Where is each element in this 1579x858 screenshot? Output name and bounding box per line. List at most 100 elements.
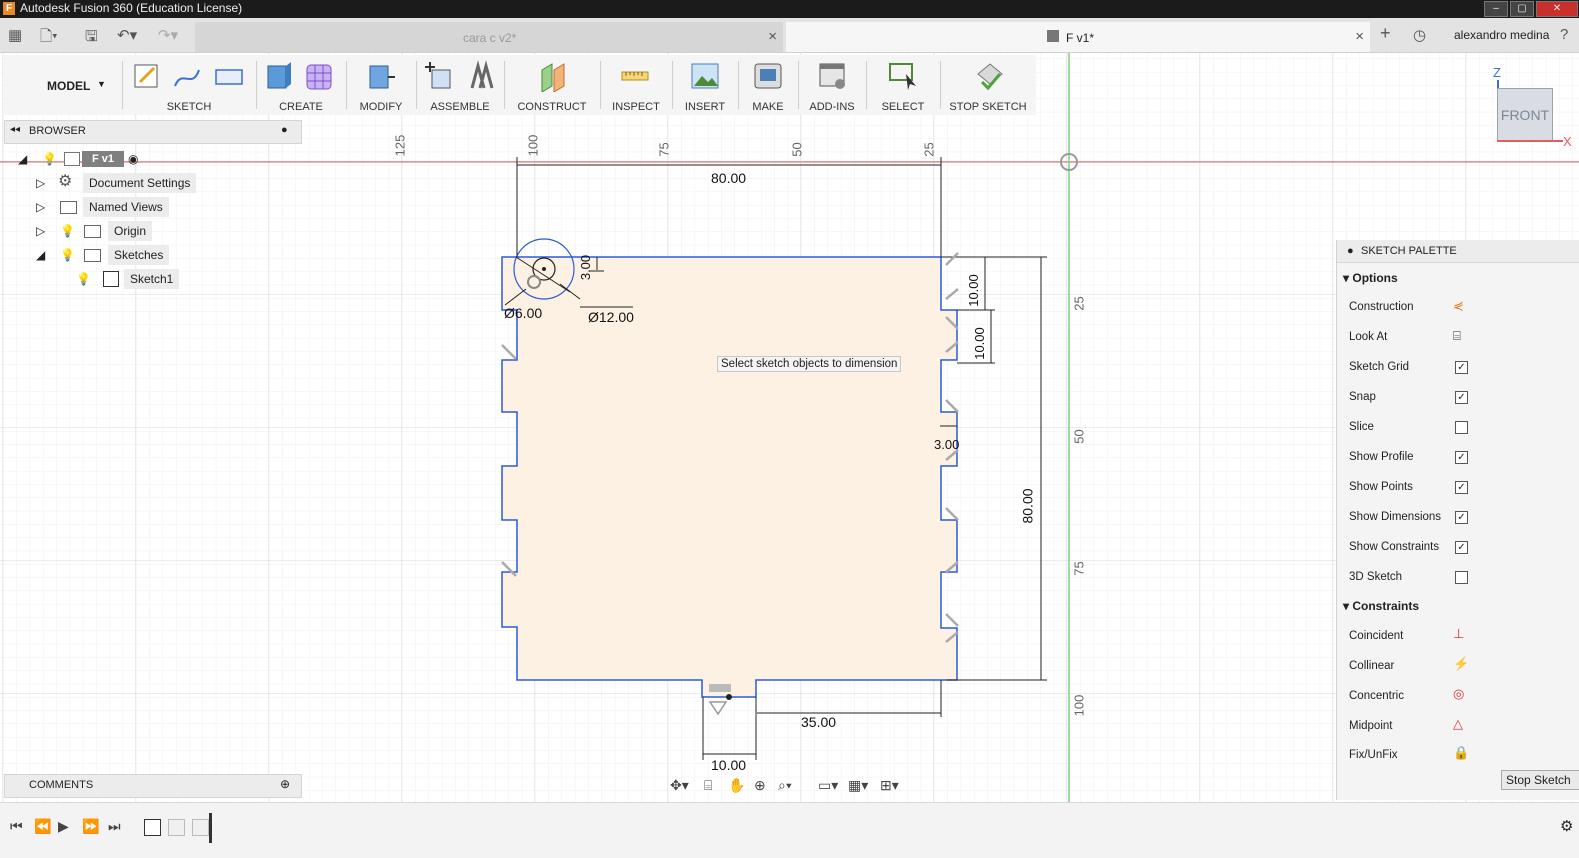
option-show-constraints[interactable]: Show Constraints <box>1349 541 1439 553</box>
insert-group[interactable]: INSERT <box>674 55 736 115</box>
grid-settings-icon[interactable]: ▦▾ <box>848 777 868 794</box>
select-menu-label[interactable]: SELECT <box>868 101 938 113</box>
new-component-icon[interactable] <box>424 60 454 92</box>
display-settings-icon[interactable]: ▭▾ <box>818 777 838 794</box>
snap-checkbox[interactable]: ✓ <box>1455 391 1468 404</box>
dim-tab-length[interactable]: 10.00 <box>972 327 987 360</box>
stop-sketch-button[interactable]: Stop Sketch <box>1501 770 1579 790</box>
constraints-section-header[interactable]: ▾ Constraints <box>1343 599 1419 613</box>
close-window-button[interactable]: ✕ <box>1536 1 1578 17</box>
expand-triangle-icon[interactable]: ▷ <box>36 221 45 241</box>
create-group[interactable]: CREATE <box>258 55 344 115</box>
tree-item-label[interactable]: Document Settings <box>83 173 197 193</box>
modify-menu-label[interactable]: MODIFY <box>348 101 414 113</box>
lock-icon[interactable]: 🔒 <box>1453 745 1469 761</box>
close-tab-icon[interactable]: × <box>1355 28 1364 45</box>
save-icon[interactable]: 🖫 <box>85 26 98 51</box>
play-icon[interactable]: ▶ <box>58 818 69 835</box>
dim-tab-spacing[interactable]: 10.00 <box>966 274 981 307</box>
select-icon[interactable] <box>888 60 918 92</box>
workspace-switcher[interactable]: MODEL ▼ <box>12 55 122 115</box>
midpoint-icon[interactable]: △ <box>1453 716 1463 732</box>
extrude-icon[interactable] <box>264 60 294 92</box>
lightbulb-icon[interactable]: 💡 <box>42 149 57 169</box>
timeline-sketch-feature-icon[interactable] <box>144 819 161 836</box>
3d-sketch-checkbox[interactable] <box>1455 571 1468 584</box>
show-constraints-checkbox[interactable]: ✓ <box>1455 541 1468 554</box>
browser-panel[interactable]: ◂◂ BROWSER ● <box>4 120 302 144</box>
tree-item-sketch1[interactable]: 💡 Sketch1 <box>76 269 276 289</box>
timeline-marker[interactable] <box>209 813 212 843</box>
addins-menu-label[interactable]: ADD-INS <box>800 101 864 113</box>
rectangle-icon[interactable] <box>214 60 244 92</box>
stop-sketch-group[interactable]: STOP SKETCH <box>942 55 1034 115</box>
inspect-group[interactable]: INSPECT <box>602 55 670 115</box>
look-at-icon[interactable]: ⌸ <box>1453 328 1461 344</box>
root-label[interactable]: F v1 <box>82 151 125 167</box>
sketch-menu-label[interactable]: SKETCH <box>124 101 254 113</box>
constraint-coincident[interactable]: Coincident <box>1349 630 1403 642</box>
tab-f-v1[interactable]: F v1* × <box>786 22 1370 52</box>
dim-tab-depth[interactable]: 3.00 <box>934 437 959 452</box>
stop-sketch-menu-label[interactable]: STOP SKETCH <box>942 101 1034 113</box>
option-show-profile[interactable]: Show Profile <box>1349 451 1414 463</box>
timeline-settings-icon[interactable]: ⚙ <box>1560 817 1573 835</box>
inspect-menu-label[interactable]: INSPECT <box>602 101 670 113</box>
viewcube[interactable]: FRONT <box>1497 88 1553 142</box>
tree-item-origin[interactable]: ▷ 💡 Origin <box>36 221 296 241</box>
dim-bottom-offset[interactable]: 35.00 <box>801 714 836 730</box>
constraint-midpoint[interactable]: Midpoint <box>1349 720 1392 732</box>
form-icon[interactable] <box>304 60 334 92</box>
assemble-menu-label[interactable]: ASSEMBLE <box>418 101 502 113</box>
scripts-addins-icon[interactable] <box>818 60 848 92</box>
help-icon[interactable]: ? <box>1560 26 1568 43</box>
collapse-triangle-icon[interactable]: ◢ <box>18 149 27 169</box>
constraint-fix-unfix[interactable]: Fix/UnFix <box>1349 749 1398 761</box>
lightbulb-icon[interactable]: 💡 <box>76 269 91 289</box>
new-tab-icon[interactable]: + <box>1380 23 1391 44</box>
option-show-dimensions[interactable]: Show Dimensions <box>1349 511 1441 523</box>
construction-icon[interactable]: ⋞ <box>1453 298 1464 314</box>
insert-image-icon[interactable] <box>690 60 720 92</box>
constraint-collinear[interactable]: Collinear <box>1349 660 1394 672</box>
dim-diameter-large[interactable]: Ø12.00 <box>588 309 634 325</box>
tree-item-label[interactable]: Named Views <box>83 197 169 217</box>
press-pull-icon[interactable] <box>366 60 396 92</box>
show-profile-checkbox[interactable]: ✓ <box>1455 451 1468 464</box>
pin-icon[interactable]: ● <box>1347 245 1354 257</box>
dim-bottom-tab[interactable]: 10.00 <box>711 757 746 773</box>
modify-group[interactable]: MODIFY <box>348 55 414 115</box>
option-construction[interactable]: Construction <box>1349 301 1414 313</box>
zoom-icon[interactable]: ⊕ <box>754 777 766 794</box>
orbit-icon[interactable]: ✥▾ <box>670 777 689 794</box>
dim-height[interactable]: 80.00 <box>1020 488 1036 523</box>
coincident-icon[interactable]: ⊥ <box>1453 626 1464 642</box>
constraint-concentric[interactable]: Concentric <box>1349 690 1404 702</box>
create-menu-label[interactable]: CREATE <box>258 101 344 113</box>
viewports-icon[interactable]: ⊞▾ <box>880 777 899 794</box>
sketch-palette[interactable]: ● SKETCH PALETTE ▾ Options Construction … <box>1336 240 1579 800</box>
create-sketch-icon[interactable] <box>132 60 162 92</box>
tree-item-label[interactable]: Sketch1 <box>124 269 180 289</box>
apps-grid-icon[interactable]: ▦ <box>8 26 22 44</box>
expand-triangle-icon[interactable]: ▷ <box>36 173 45 193</box>
make-group[interactable]: MAKE <box>740 55 796 115</box>
option-3d-sketch[interactable]: 3D Sketch <box>1349 571 1402 583</box>
collinear-icon[interactable]: ⚡ <box>1453 656 1469 672</box>
tree-item-label[interactable]: Origin <box>108 221 153 241</box>
tab-cara-c[interactable]: cara c v2* × <box>195 22 783 52</box>
concentric-icon[interactable]: ◎ <box>1453 686 1464 702</box>
activate-radio-icon[interactable]: ◉ <box>128 149 138 169</box>
slice-checkbox[interactable] <box>1455 421 1468 434</box>
pin-icon[interactable]: ● <box>281 124 288 136</box>
addins-group[interactable]: ADD-INS <box>800 55 864 115</box>
redo-icon[interactable]: ↷▾ <box>158 26 178 44</box>
options-section-header[interactable]: ▾ Options <box>1343 271 1398 285</box>
timeline-feature-icon[interactable] <box>192 819 209 836</box>
option-show-points[interactable]: Show Points <box>1349 481 1413 493</box>
offset-plane-icon[interactable] <box>538 60 568 93</box>
3d-print-icon[interactable] <box>753 60 783 92</box>
spline-icon[interactable] <box>172 60 202 92</box>
job-status-icon[interactable]: ◷ <box>1413 26 1426 44</box>
collapse-triangle-icon[interactable]: ◢ <box>36 245 45 265</box>
